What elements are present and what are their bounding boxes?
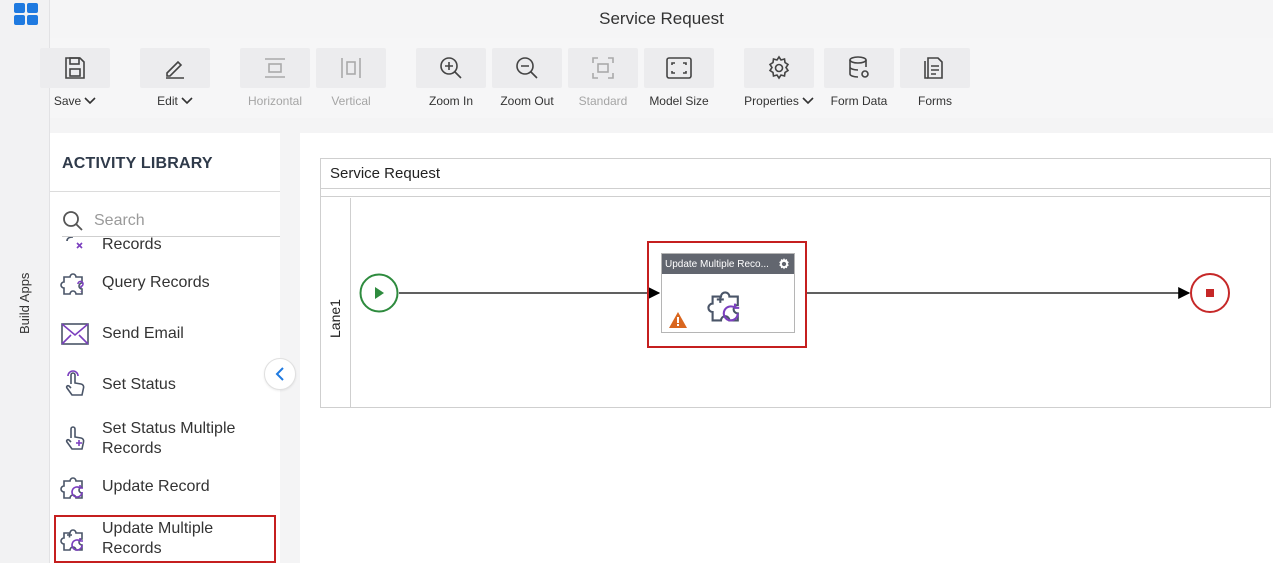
model-size-icon: [666, 57, 692, 79]
gear-icon: [768, 55, 790, 80]
start-event[interactable]: [359, 273, 399, 313]
list-item-query-records[interactable]: Query Records: [50, 261, 280, 305]
zoom-out-label: Zoom Out: [500, 94, 554, 108]
set-status-multiple-icon: [60, 424, 90, 454]
warning-icon: [669, 312, 687, 328]
library-search[interactable]: Search: [62, 205, 280, 237]
forms-icon: [924, 57, 943, 79]
zoom-in-button[interactable]: Zoom In: [416, 48, 486, 112]
forms-label: Forms: [918, 94, 952, 108]
form-data-button[interactable]: Form Data: [824, 48, 894, 112]
standard-label: Standard: [578, 94, 628, 108]
properties-label: Properties: [744, 94, 799, 108]
edit-label: Edit: [157, 94, 178, 108]
delete-records-icon: [60, 237, 90, 260]
list-item-label: Set Status Multiple Records: [102, 420, 236, 457]
chevron-down-icon: [84, 97, 96, 105]
zoom-in-label: Zoom In: [428, 94, 473, 108]
edit-button[interactable]: Edit: [140, 48, 210, 112]
apps-grid-icon[interactable]: [14, 3, 39, 26]
activity-library-panel: ACTIVITY LIBRARY Search Records Query Re…: [50, 133, 280, 563]
vertical-label: Vertical: [331, 94, 371, 108]
end-event[interactable]: [1190, 273, 1230, 313]
forms-button[interactable]: Forms: [900, 48, 970, 112]
horizontal-button[interactable]: Horizontal: [240, 48, 310, 112]
gear-icon[interactable]: [777, 257, 791, 271]
model-size-label: Model Size: [649, 94, 709, 108]
divider: [50, 191, 280, 192]
align-vertical-icon: [341, 58, 361, 78]
save-button[interactable]: Save: [40, 48, 110, 112]
zoom-out-icon: [516, 57, 538, 79]
horizontal-label: Horizontal: [247, 94, 303, 108]
task-header: Update Multiple Reco...: [662, 254, 794, 274]
zoom-in-icon: [440, 57, 462, 79]
update-multiple-records-icon: [60, 524, 90, 554]
list-item-label: Send Email: [102, 325, 184, 342]
model-size-button[interactable]: Model Size: [644, 48, 714, 112]
chevron-down-icon: [181, 97, 193, 105]
send-email-icon: [60, 319, 90, 349]
properties-button[interactable]: Properties: [744, 48, 814, 112]
list-item-label: Query Records: [102, 274, 210, 291]
page-title: Service Request: [599, 9, 724, 28]
standard-size-icon: [592, 57, 614, 79]
pencil-icon: [166, 60, 184, 79]
list-item-set-status-multiple[interactable]: Set Status Multiple Records: [50, 414, 280, 464]
list-item-label: Records: [102, 237, 162, 253]
standard-button[interactable]: Standard: [568, 48, 638, 112]
toolbar: Save Edit Horizontal Vertical Zoom In Zo…: [40, 38, 1273, 118]
list-item-update-record[interactable]: Update Record: [50, 465, 280, 509]
task-title: Update Multiple Reco...: [665, 258, 769, 270]
update-multiple-records-task[interactable]: Update Multiple Reco...: [661, 253, 795, 333]
process-canvas[interactable]: Service Request Lane1 Update Multiple Re…: [300, 133, 1273, 563]
database-icon: [849, 56, 869, 78]
chevron-down-icon: [802, 97, 814, 105]
vertical-button[interactable]: Vertical: [316, 48, 386, 112]
title-bar: Service Request: [50, 0, 1273, 38]
list-item-update-multiple-records[interactable]: Update Multiple Records: [54, 515, 276, 563]
update-record-icon: [60, 472, 90, 502]
activity-list: Records Query Records Send Email Set Sta…: [50, 237, 280, 563]
query-records-icon: [60, 268, 90, 298]
set-status-icon: [60, 370, 90, 400]
save-label: Save: [53, 94, 82, 108]
align-horizontal-icon: [265, 58, 285, 78]
build-apps-label[interactable]: Build Apps: [17, 254, 32, 334]
save-icon: [65, 57, 85, 79]
search-icon: [63, 210, 83, 231]
zoom-out-button[interactable]: Zoom Out: [492, 48, 562, 112]
list-item-label: Update Record: [102, 478, 210, 495]
selected-task-highlight: Update Multiple Reco...: [647, 241, 807, 348]
list-item-set-status[interactable]: Set Status: [50, 363, 280, 407]
update-multiple-records-icon: [707, 291, 740, 322]
list-item-label: Set Status: [102, 376, 176, 393]
flow-diagram: [359, 273, 1230, 313]
chevron-left-icon: [275, 367, 284, 381]
list-item-label: Update Multiple Records: [102, 520, 214, 557]
list-item-send-email[interactable]: Send Email: [50, 312, 280, 356]
collapse-library-button[interactable]: [264, 358, 296, 390]
search-input[interactable]: Search: [94, 212, 145, 230]
activity-library-title: ACTIVITY LIBRARY: [62, 155, 213, 172]
form-data-label: Form Data: [830, 94, 888, 108]
